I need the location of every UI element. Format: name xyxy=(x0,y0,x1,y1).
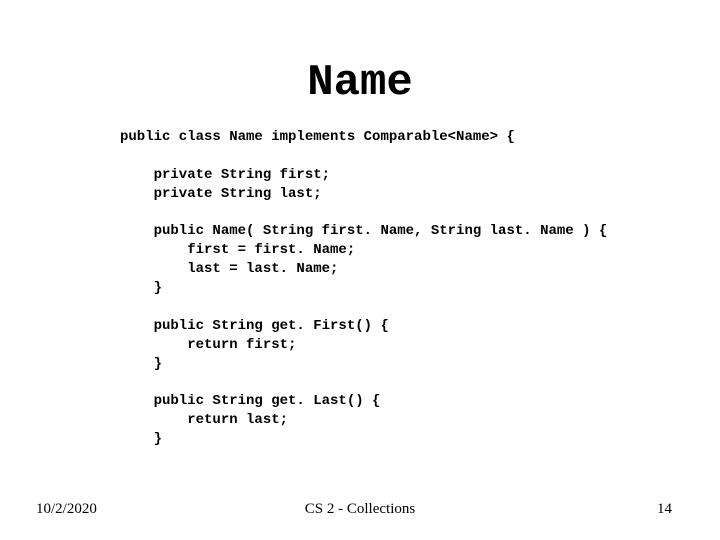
footer-page-number: 14 xyxy=(657,501,672,518)
code-block: public class Name implements Comparable<… xyxy=(120,128,680,449)
footer: 10/2/2020 CS 2 - Collections 14 xyxy=(0,498,720,518)
slide: Name public class Name implements Compar… xyxy=(0,0,720,540)
slide-title: Name xyxy=(0,58,720,108)
footer-center: CS 2 - Collections xyxy=(0,501,720,518)
